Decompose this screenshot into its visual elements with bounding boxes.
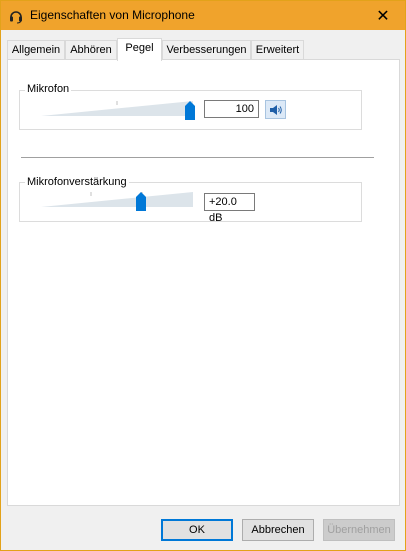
- mute-toggle-button[interactable]: [265, 100, 286, 119]
- microphone-level-slider[interactable]: [41, 98, 197, 122]
- slider-track: [41, 192, 193, 207]
- cancel-button[interactable]: Abbrechen: [242, 519, 314, 541]
- boost-level-slider[interactable]: [41, 189, 197, 213]
- tab-abhoeren[interactable]: Abhören: [65, 40, 117, 60]
- window-title: Eigenschaften von Microphone: [30, 8, 195, 22]
- tab-verbesserungen[interactable]: Verbesserungen: [162, 40, 251, 60]
- speaker-icon: [269, 104, 282, 115]
- headset-icon: [8, 8, 24, 24]
- microphone-label: Mikrofon: [25, 83, 72, 95]
- tab-erweitert[interactable]: Erweitert: [251, 40, 304, 60]
- title-bar[interactable]: Eigenschaften von Microphone ✕: [1, 1, 405, 30]
- ok-button[interactable]: OK: [161, 519, 233, 541]
- section-divider: [21, 157, 374, 158]
- microphone-level-value[interactable]: 100: [204, 100, 259, 118]
- boost-label: Mikrofonverstärkung: [25, 176, 129, 188]
- tab-allgemein[interactable]: Allgemein: [7, 40, 65, 60]
- close-button[interactable]: ✕: [361, 1, 405, 30]
- boost-level-value[interactable]: +20.0 dB: [204, 193, 255, 224]
- slider-thumb[interactable]: [136, 192, 146, 211]
- properties-dialog: Eigenschaften von Microphone ✕ Allgemein…: [0, 0, 406, 551]
- tab-pegel[interactable]: Pegel: [117, 38, 162, 61]
- apply-button[interactable]: Übernehmen: [323, 519, 395, 541]
